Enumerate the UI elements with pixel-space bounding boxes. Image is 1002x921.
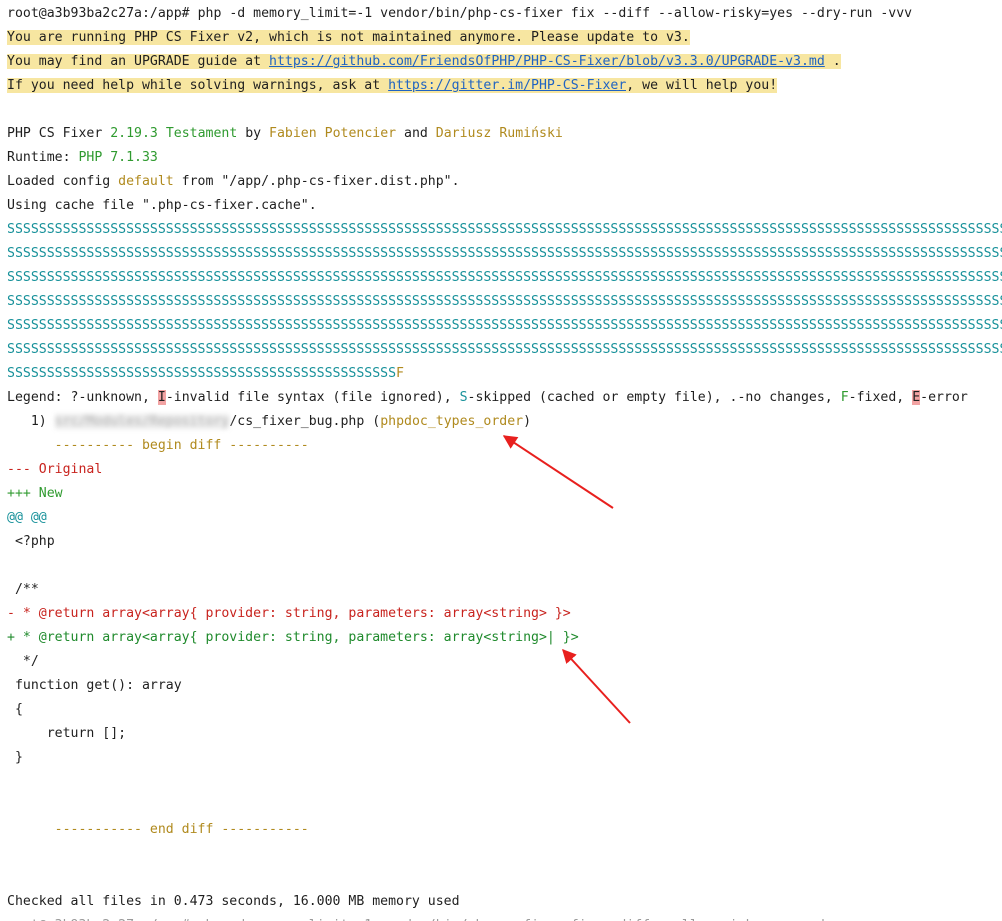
diff-context-line: /** bbox=[7, 582, 39, 597]
shell-prompt: root@a3b93ba2c27a:/app# bbox=[7, 6, 190, 21]
warning-text: You may find an UPGRADE guide at bbox=[7, 54, 270, 69]
result-filename: /cs_fixer_bug.php bbox=[229, 414, 365, 429]
diff-new-header: +++ New bbox=[7, 486, 63, 501]
result-line: 1) src/Modules/Repository/cs_fixer_bug.p… bbox=[7, 410, 531, 434]
warning-text: You are running PHP CS Fixer v2, which i… bbox=[7, 30, 690, 45]
next-command-line: root@a3b93ba2c27a:/app# php -d memory_li… bbox=[7, 914, 912, 921]
legend-text: -error bbox=[920, 390, 968, 405]
app-name: PHP CS Fixer bbox=[7, 126, 111, 141]
author-name: Fabien Potencier bbox=[269, 126, 397, 141]
progress-line: SSSSSSSSSSSSSSSSSSSSSSSSSSSSSSSSSSSSSSSS… bbox=[7, 318, 1002, 333]
progress-line: SSSSSSSSSSSSSSSSSSSSSSSSSSSSSSSSSSSSSSSS… bbox=[7, 246, 1002, 261]
result-index: 1) bbox=[7, 414, 55, 429]
diff-context-line: { bbox=[7, 702, 23, 717]
legend-text: -invalid file syntax (file ignored), bbox=[165, 390, 460, 405]
legend-text: -fixed, bbox=[848, 390, 913, 405]
legend-text: -skipped (cached or empty file), .-no ch… bbox=[467, 390, 841, 405]
config-suffix: from "/app/.php-cs-fixer.dist.php". bbox=[173, 174, 460, 189]
command-text: php -d memory_limit=-1 vendor/bin/php-cs… bbox=[189, 6, 913, 21]
warning-text: If you need help while solving warnings,… bbox=[7, 78, 389, 93]
progress-fixed: F bbox=[396, 366, 404, 381]
diff-context-line: return []; bbox=[7, 726, 127, 741]
warning-line-1: You are running PHP CS Fixer v2, which i… bbox=[7, 26, 690, 50]
upgrade-guide-link[interactable]: https://github.com/FriendsOfPHP/PHP-CS-F… bbox=[269, 54, 825, 69]
legend-line: Legend: ?-unknown, I-invalid file syntax… bbox=[7, 386, 968, 410]
diff-added-line: + * @return array<array{ provider: strin… bbox=[7, 630, 579, 645]
red-arrow-annotation bbox=[562, 648, 631, 724]
diff-context-line: } bbox=[7, 750, 23, 765]
rule-name: phpdoc_types_order bbox=[380, 414, 524, 429]
runtime-value: PHP 7.1.33 bbox=[78, 150, 158, 165]
config-line: Loaded config default from "/app/.php-cs… bbox=[7, 170, 460, 194]
warning-text: , we will help you! bbox=[626, 78, 778, 93]
terminal-output[interactable]: root@a3b93ba2c27a:/app# php -d memory_li… bbox=[0, 0, 1002, 921]
rule-close: ) bbox=[523, 414, 532, 429]
version-number: 2.19.3 bbox=[110, 126, 158, 141]
blurred-path: src/Modules/Repository bbox=[54, 414, 230, 429]
legend-key-skipped: S bbox=[459, 390, 468, 405]
version-line: PHP CS Fixer 2.19.3 Testament by Fabien … bbox=[7, 122, 563, 146]
progress-line: SSSSSSSSSSSSSSSSSSSSSSSSSSSSSSSSSSSSSSSS… bbox=[7, 342, 1002, 357]
warning-line-2: You may find an UPGRADE guide at https:/… bbox=[7, 50, 841, 74]
config-name: default bbox=[118, 174, 174, 189]
diff-context-line: */ bbox=[7, 654, 39, 669]
progress-line-last: SSSSSSSSSSSSSSSSSSSSSSSSSSSSSSSSSSSSSSSS… bbox=[7, 362, 404, 386]
diff-hunk-header: @@ @@ bbox=[7, 510, 47, 525]
diff-original-header: --- Original bbox=[7, 462, 103, 477]
diff-context-line: function get(): array bbox=[7, 678, 182, 693]
warning-line-3: If you need help while solving warnings,… bbox=[7, 74, 778, 98]
begin-diff-marker: ---------- begin diff ---------- bbox=[7, 438, 309, 453]
legend-key-error: E bbox=[912, 390, 921, 405]
gitter-link[interactable]: https://gitter.im/PHP-CS-Fixer bbox=[388, 78, 627, 93]
legend-key-invalid: I bbox=[157, 390, 166, 405]
author-name: Dariusz Rumiński bbox=[435, 126, 563, 141]
summary-line: Checked all files in 0.473 seconds, 16.0… bbox=[7, 894, 460, 909]
legend-label: Legend: ?-unknown, bbox=[7, 390, 158, 405]
progress-skipped: SSSSSSSSSSSSSSSSSSSSSSSSSSSSSSSSSSSSSSSS… bbox=[7, 366, 397, 381]
runtime-label: Runtime: bbox=[7, 150, 79, 165]
version-codename: Testament bbox=[165, 126, 238, 141]
and-text: and bbox=[396, 126, 436, 141]
diff-removed-line: - * @return array<array{ provider: strin… bbox=[7, 606, 571, 621]
by-text: by bbox=[237, 126, 270, 141]
runtime-line: Runtime: PHP 7.1.33 bbox=[7, 146, 158, 170]
end-diff-marker: ----------- end diff ----------- bbox=[7, 822, 309, 837]
legend-key-fixed: F bbox=[840, 390, 849, 405]
diff-context-line: <?php bbox=[7, 534, 55, 549]
config-prefix: Loaded config bbox=[7, 174, 119, 189]
progress-line: SSSSSSSSSSSSSSSSSSSSSSSSSSSSSSSSSSSSSSSS… bbox=[7, 294, 1002, 309]
cache-line: Using cache file ".php-cs-fixer.cache". bbox=[7, 198, 317, 213]
progress-line: SSSSSSSSSSSSSSSSSSSSSSSSSSSSSSSSSSSSSSSS… bbox=[7, 270, 1002, 285]
red-arrow-annotation bbox=[502, 435, 614, 509]
rule-open: ( bbox=[364, 414, 381, 429]
warning-text: . bbox=[824, 54, 841, 69]
command-line: root@a3b93ba2c27a:/app# php -d memory_li… bbox=[7, 2, 912, 26]
progress-line: SSSSSSSSSSSSSSSSSSSSSSSSSSSSSSSSSSSSSSSS… bbox=[7, 222, 1002, 237]
